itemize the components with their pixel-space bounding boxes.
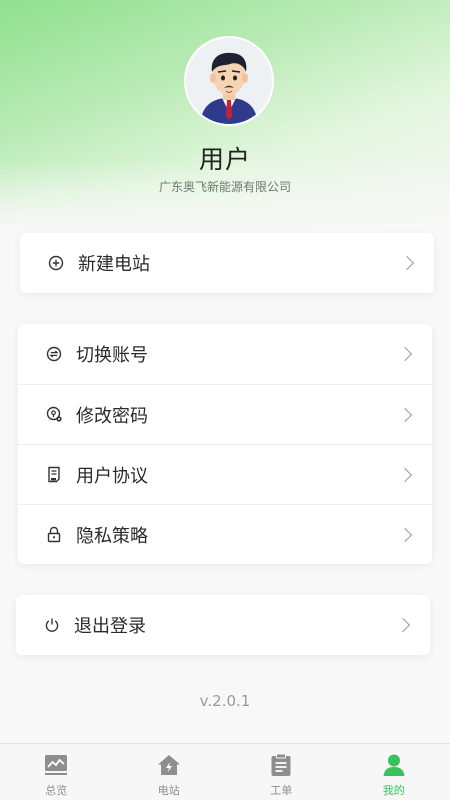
menu-item-user-agreement[interactable]: 用户协议 [18,444,432,504]
clipboard-icon [268,752,294,778]
menu-item-new-station[interactable]: 新建电站 [20,233,434,293]
menu-item-label: 隐私策略 [76,525,148,547]
plus-circle-icon [46,253,66,273]
user-icon [381,752,407,778]
bottom-tab-bar: 总览 电站 工单 我的 [0,743,450,800]
chevron-right-icon [397,527,413,542]
tab-label: 总览 [45,784,68,797]
menu-card-logout: 退出登录 [16,595,430,655]
lock-icon [44,525,64,545]
chevron-right-icon [397,467,413,482]
chevron-right-icon [397,346,413,362]
chevron-right-icon [399,255,415,271]
tab-work-order[interactable]: 工单 [225,744,338,800]
user-name: 用户 [198,145,251,174]
overview-chart-icon [43,752,69,778]
chevron-right-icon [397,407,413,422]
menu-item-label: 退出登录 [74,616,146,637]
password-icon [44,405,64,425]
menu-item-logout[interactable]: 退出登录 [16,595,430,655]
menu-card-create: 新建电站 [20,233,434,293]
station-home-icon [156,752,182,778]
menu-card-account: 切换账号 修改密码 用户协议 隐私策略 [18,324,432,564]
menu-item-change-password[interactable]: 修改密码 [18,384,432,444]
menu-item-label: 新建电站 [78,254,150,275]
document-icon [44,465,64,485]
switch-account-icon [44,344,64,364]
menu-item-label: 修改密码 [76,405,148,427]
app-version: v.2.0.1 [199,692,251,710]
avatar[interactable] [184,36,274,126]
menu-item-label: 用户协议 [76,465,148,487]
company-name: 广东奥飞新能源有限公司 [158,180,291,194]
menu-item-switch-account[interactable]: 切换账号 [18,324,432,384]
tab-label: 我的 [382,784,405,797]
chevron-right-icon [395,617,411,633]
tab-overview[interactable]: 总览 [0,744,113,800]
menu-item-label: 切换账号 [76,345,148,366]
avatar-icon [186,38,272,124]
tab-station[interactable]: 电站 [113,744,226,800]
tab-mine[interactable]: 我的 [338,744,450,800]
power-icon [42,615,62,635]
tab-label: 电站 [157,784,180,797]
menu-item-privacy-policy[interactable]: 隐私策略 [18,504,432,564]
tab-label: 工单 [270,784,293,797]
